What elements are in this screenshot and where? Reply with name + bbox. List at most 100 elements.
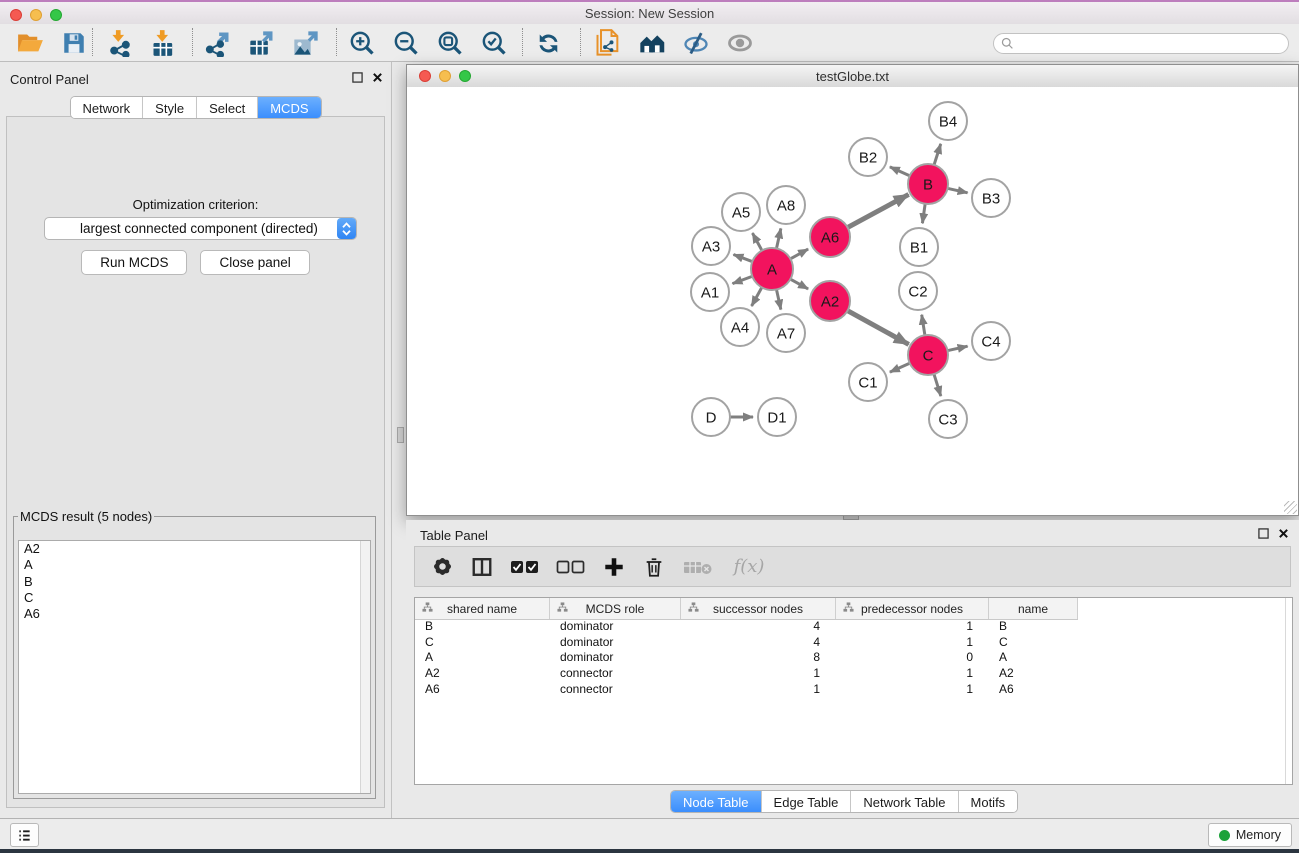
- graph-edge-C-C4[interactable]: [946, 346, 968, 351]
- hide-selected-button[interactable]: [678, 26, 714, 60]
- search-input[interactable]: [1018, 36, 1288, 52]
- deselect-all-button[interactable]: [555, 554, 587, 580]
- column-header-shared-name[interactable]: shared name: [415, 598, 550, 619]
- task-history-button[interactable]: [10, 823, 39, 847]
- tab-select[interactable]: Select: [196, 97, 257, 118]
- first-neighbors-button[interactable]: [634, 26, 670, 60]
- graph-node-B[interactable]: B: [908, 164, 948, 204]
- graph-node-C3[interactable]: C3: [929, 400, 967, 438]
- table-row[interactable]: A2connector11A2: [415, 666, 1292, 682]
- graph-node-C2[interactable]: C2: [899, 272, 937, 310]
- table-row[interactable]: A6connector11A6: [415, 682, 1292, 698]
- mcds-result-item[interactable]: A6: [19, 606, 370, 622]
- delete-column-button[interactable]: [641, 554, 667, 580]
- show-column-button[interactable]: [469, 554, 495, 580]
- export-table-button[interactable]: [244, 26, 280, 60]
- export-image-button[interactable]: [288, 26, 324, 60]
- graph-node-C4[interactable]: C4: [972, 322, 1010, 360]
- graph-node-A7[interactable]: A7: [767, 314, 805, 352]
- graph-node-D[interactable]: D: [692, 398, 730, 436]
- table-tab-edge-table[interactable]: Edge Table: [761, 791, 851, 812]
- column-header-MCDS-role[interactable]: MCDS role: [550, 598, 681, 619]
- mcds-result-item[interactable]: C: [19, 590, 370, 606]
- show-hidden-button[interactable]: [722, 26, 758, 60]
- import-network-button[interactable]: [102, 26, 138, 60]
- graph-edge-A-A7[interactable]: [776, 288, 781, 310]
- column-header-predecessor-nodes[interactable]: predecessor nodes: [836, 598, 989, 619]
- mcds-result-item[interactable]: A2: [19, 541, 370, 557]
- network-graph[interactable]: B4 B2 B B3 A5A8A6 B1 A3 A A1 C2 A2 A4A7 C C4 C1 C3 D D1: [407, 87, 1298, 515]
- graph-edge-A-A8[interactable]: [776, 228, 781, 250]
- create-column-button[interactable]: [601, 554, 627, 580]
- float-panel-icon[interactable]: [352, 72, 363, 83]
- tab-mcds[interactable]: MCDS: [257, 97, 320, 118]
- window-resize-grip[interactable]: [1284, 501, 1297, 514]
- graph-edge-A-A5[interactable]: [752, 233, 762, 252]
- graph-edge-B-B1[interactable]: [922, 202, 925, 223]
- graph-node-A8[interactable]: A8: [767, 186, 805, 224]
- graph-edge-B-B4[interactable]: [933, 144, 940, 167]
- clone-network-button[interactable]: [590, 26, 626, 60]
- export-network-button[interactable]: [200, 26, 236, 60]
- graph-edge-C-C3[interactable]: [933, 372, 940, 396]
- table-row[interactable]: Bdominator41B: [415, 619, 1292, 635]
- graph-node-A2[interactable]: A2: [810, 281, 850, 321]
- graph-edge-A-A1[interactable]: [733, 276, 755, 284]
- graph-node-A1[interactable]: A1: [691, 273, 729, 311]
- graph-node-A3[interactable]: A3: [692, 227, 730, 265]
- graph-edge-C-C1[interactable]: [890, 362, 912, 372]
- zoom-fit-button[interactable]: [432, 26, 468, 60]
- graph-edge-A2-C[interactable]: [846, 310, 909, 345]
- table-tab-node-table[interactable]: Node Table: [671, 791, 761, 812]
- graph-node-A5[interactable]: A5: [722, 193, 760, 231]
- graph-edge-A6-B[interactable]: [846, 194, 909, 228]
- select-all-button[interactable]: [509, 554, 541, 580]
- table-row[interactable]: Cdominator41C: [415, 635, 1292, 651]
- zoom-selected-button[interactable]: [476, 26, 512, 60]
- graph-node-C1[interactable]: C1: [849, 363, 887, 401]
- graph-node-B3[interactable]: B3: [972, 179, 1010, 217]
- float-table-panel-icon[interactable]: [1258, 528, 1269, 539]
- close-panel-button[interactable]: Close panel: [200, 250, 309, 275]
- splitpane-handle-vertical[interactable]: [397, 427, 404, 443]
- graph-edge-A-A2[interactable]: [789, 278, 808, 289]
- network-canvas[interactable]: B4 B2 B B3 A5A8A6 B1 A3 A A1 C2 A2 A4A7 C C4 C1 C3 D D1: [407, 87, 1298, 515]
- criterion-dropdown[interactable]: largest connected component (directed): [44, 217, 357, 240]
- node-table[interactable]: shared nameMCDS rolesuccessor nodesprede…: [414, 597, 1293, 785]
- mcds-result-item[interactable]: A: [19, 557, 370, 573]
- graph-edge-A-A3[interactable]: [733, 254, 754, 262]
- table-scrollbar[interactable]: [1285, 598, 1286, 784]
- memory-button[interactable]: Memory: [1208, 823, 1292, 847]
- list-scrollbar[interactable]: [360, 541, 370, 793]
- open-session-button[interactable]: [12, 26, 48, 60]
- table-tab-motifs[interactable]: Motifs: [958, 791, 1018, 812]
- tab-style[interactable]: Style: [142, 97, 196, 118]
- table-options-button[interactable]: [429, 554, 455, 580]
- graph-edge-B-B3[interactable]: [946, 188, 968, 193]
- graph-node-A[interactable]: A: [751, 248, 793, 290]
- network-window-titlebar[interactable]: testGlobe.txt: [407, 65, 1298, 88]
- mcds-result-item[interactable]: B: [19, 574, 370, 590]
- column-header-name[interactable]: name: [989, 598, 1078, 619]
- tab-network[interactable]: Network: [70, 97, 142, 118]
- graph-node-D1[interactable]: D1: [758, 398, 796, 436]
- graph-node-B1[interactable]: B1: [900, 228, 938, 266]
- import-table-button[interactable]: [146, 26, 182, 60]
- graph-node-A4[interactable]: A4: [721, 308, 759, 346]
- run-mcds-button[interactable]: Run MCDS: [81, 250, 187, 275]
- graph-node-A6[interactable]: A6: [810, 217, 850, 257]
- close-table-panel-icon[interactable]: [1278, 528, 1289, 539]
- zoom-in-button[interactable]: [344, 26, 380, 60]
- zoom-out-button[interactable]: [388, 26, 424, 60]
- graph-node-C[interactable]: C: [908, 335, 948, 375]
- mcds-result-list[interactable]: A2ABCA6: [18, 540, 371, 794]
- search-field[interactable]: [993, 33, 1289, 54]
- table-row[interactable]: Adominator80A: [415, 650, 1292, 666]
- graph-edge-A-A6[interactable]: [789, 249, 808, 260]
- graph-node-B4[interactable]: B4: [929, 102, 967, 140]
- table-tab-network-table[interactable]: Network Table: [850, 791, 957, 812]
- refresh-button[interactable]: [530, 26, 566, 60]
- graph-edge-A-A4[interactable]: [752, 286, 763, 306]
- graph-node-B2[interactable]: B2: [849, 138, 887, 176]
- graph-edge-C-C2[interactable]: [922, 315, 926, 338]
